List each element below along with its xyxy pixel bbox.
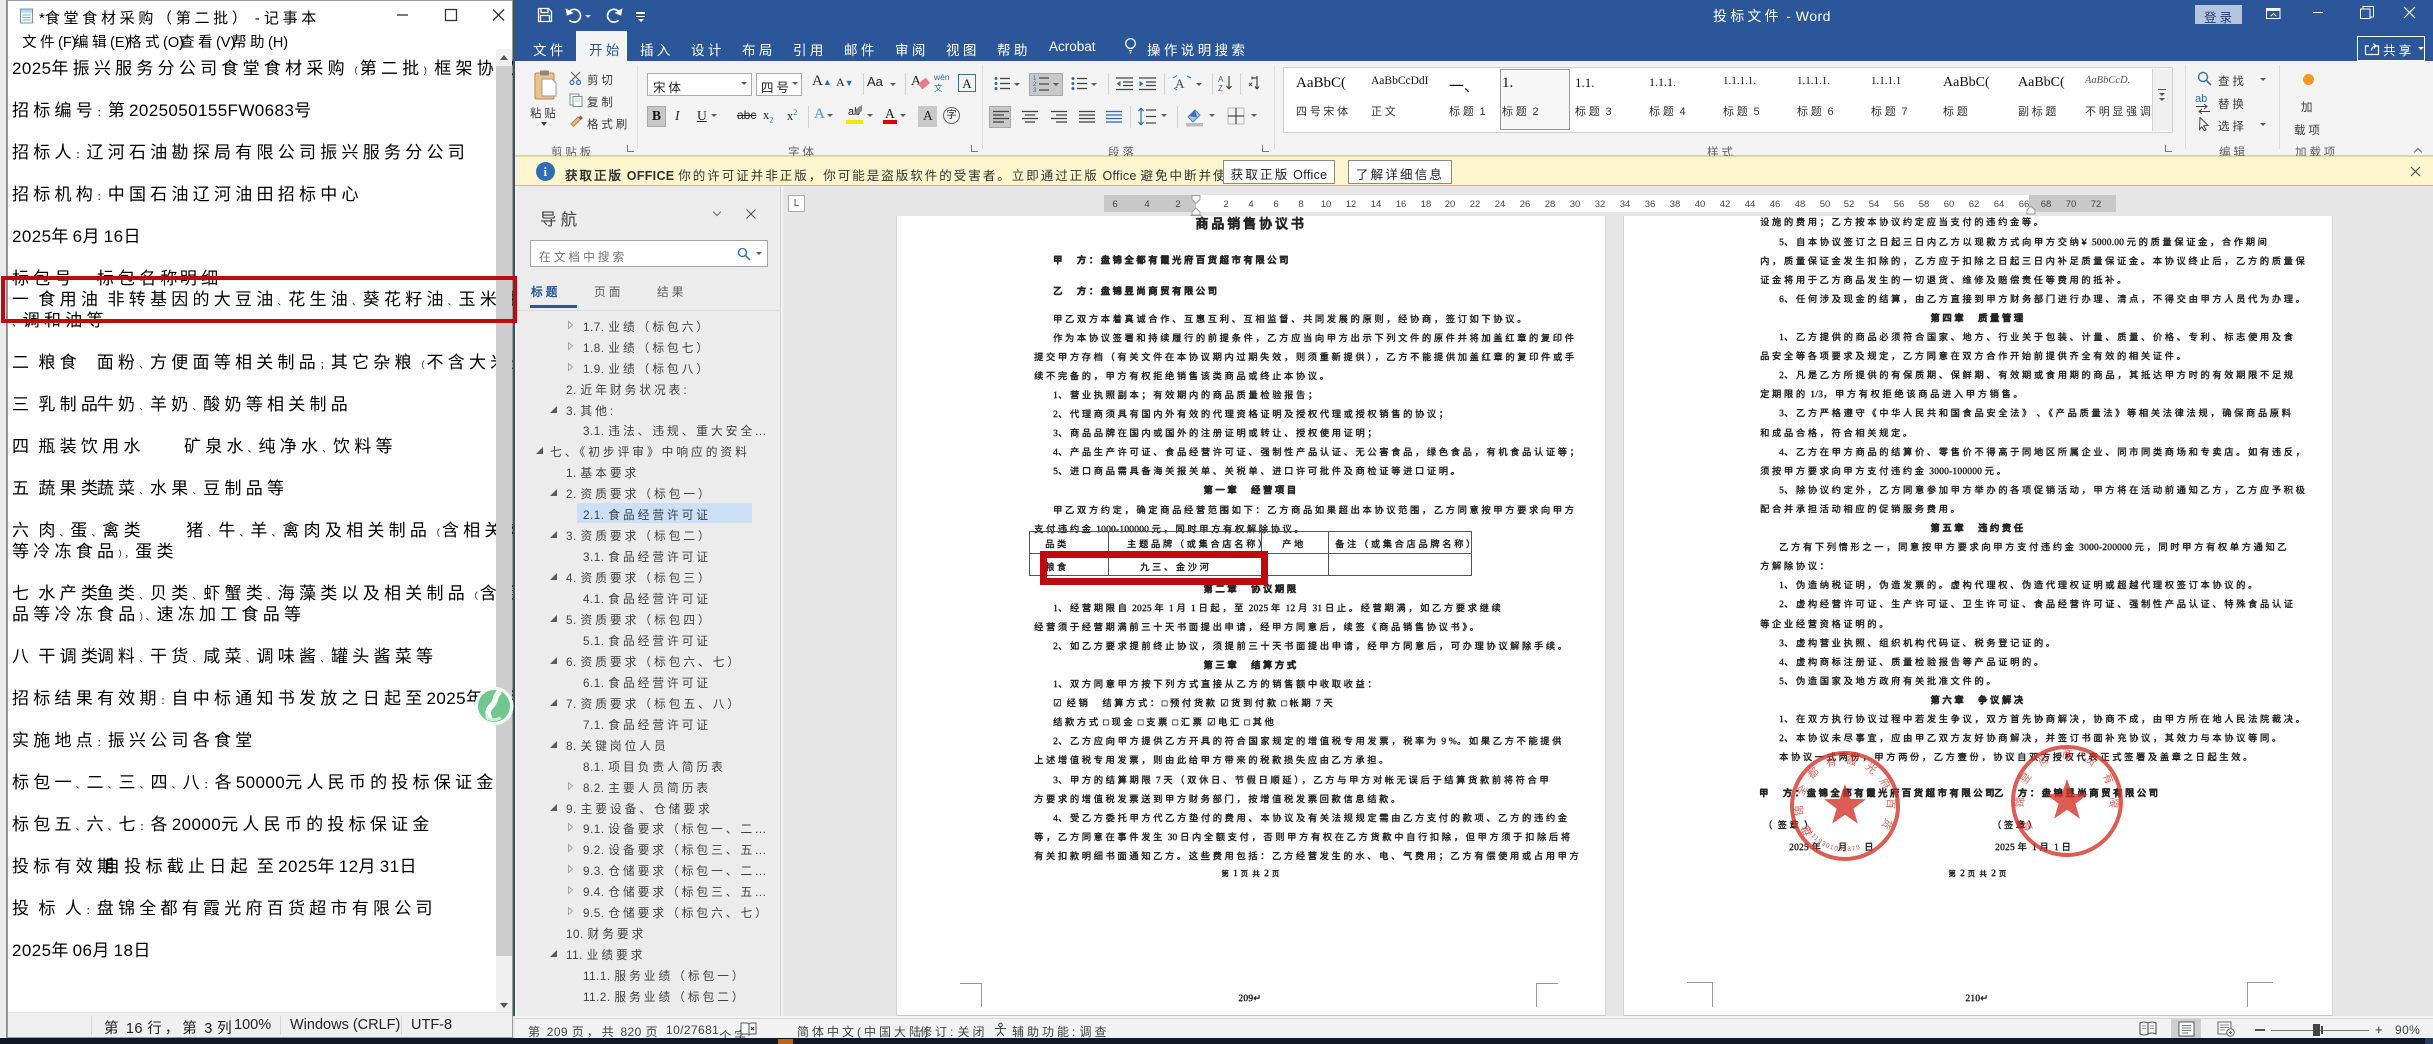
- svg-text:3: 3: [1033, 88, 1037, 93]
- svg-text:盘锦全都有霞光府百货超市: 盘锦全都有霞光府百货超市: [1786, 747, 1896, 839]
- svg-text:A: A: [1218, 75, 1224, 84]
- svg-text:Z: Z: [1218, 84, 1223, 93]
- svg-text:A: A: [1175, 76, 1185, 91]
- svg-text:盘锦昱尚商贸有限公司: 盘锦昱尚商贸有限公司: [2007, 741, 2121, 833]
